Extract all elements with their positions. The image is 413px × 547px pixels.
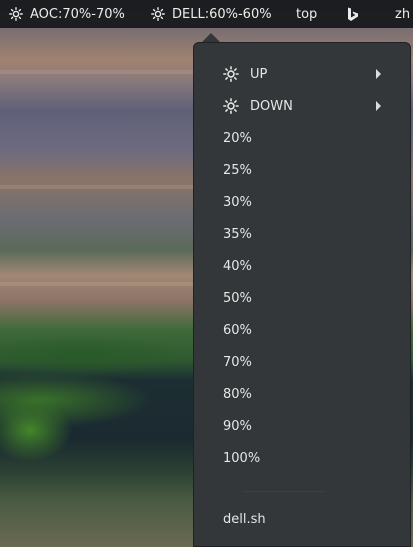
menu-item-level-25[interactable]: 25%	[194, 154, 410, 186]
submenu-arrow-icon	[376, 101, 381, 111]
input-method-indicator[interactable]: zh	[395, 0, 410, 28]
menu-item-level-label: 50%	[223, 290, 252, 306]
menu-item-level-50[interactable]: 50%	[194, 282, 410, 314]
menu-item-level-20[interactable]: 20%	[194, 122, 410, 154]
menu-item-level-label: 80%	[223, 386, 252, 402]
top-indicator[interactable]: top	[296, 0, 317, 28]
menu-item-level-30[interactable]: 30%	[194, 186, 410, 218]
dell-brightness-menu: UP DOWN 20% 25% 30% 35% 40% 50% 60% 70% …	[193, 42, 411, 547]
menu-item-level-label: 25%	[223, 162, 252, 178]
menu-item-level-100[interactable]: 100%	[194, 442, 410, 474]
menu-item-level-label: 30%	[223, 194, 252, 210]
menu-item-level-label: 100%	[223, 450, 261, 466]
menu-item-level-40[interactable]: 40%	[194, 250, 410, 282]
bing-icon[interactable]	[347, 0, 359, 28]
menu-item-level-label: 60%	[223, 322, 252, 338]
menu-item-level-60[interactable]: 60%	[194, 314, 410, 346]
menu-item-level-label: 35%	[223, 226, 252, 242]
aoc-brightness-indicator[interactable]: AOC:70%-70%	[9, 0, 125, 28]
brightness-icon	[151, 7, 165, 21]
menu-item-script-label: dell.sh	[223, 511, 266, 527]
brightness-icon	[223, 98, 239, 114]
menu-item-level-label: 40%	[223, 258, 252, 274]
dell-brightness-indicator[interactable]: DELL:60%-60%	[151, 0, 272, 28]
submenu-arrow-icon	[376, 69, 381, 79]
top-panel: AOC:70%-70% DELL:60%-60% top zh	[0, 0, 413, 28]
menu-item-up-label: UP	[250, 66, 268, 82]
menu-item-level-90[interactable]: 90%	[194, 410, 410, 442]
menu-item-level-label: 20%	[223, 130, 252, 146]
menu-item-level-label: 70%	[223, 354, 252, 370]
dell-brightness-label: DELL:60%-60%	[172, 6, 272, 22]
top-label: top	[296, 6, 318, 22]
input-method-label: zh	[395, 6, 411, 22]
menu-item-level-70[interactable]: 70%	[194, 346, 410, 378]
menu-item-level-80[interactable]: 80%	[194, 378, 410, 410]
menu-item-down-label: DOWN	[250, 98, 293, 114]
menu-item-script[interactable]: dell.sh	[194, 503, 410, 535]
brightness-icon	[223, 66, 239, 82]
menu-item-up[interactable]: UP	[194, 58, 410, 90]
menu-item-level-label: 90%	[223, 418, 252, 434]
aoc-brightness-label: AOC:70%-70%	[30, 6, 125, 22]
menu-separator	[244, 491, 324, 492]
menu-item-down[interactable]: DOWN	[194, 90, 410, 122]
menu-item-level-35[interactable]: 35%	[194, 218, 410, 250]
brightness-icon	[9, 7, 23, 21]
